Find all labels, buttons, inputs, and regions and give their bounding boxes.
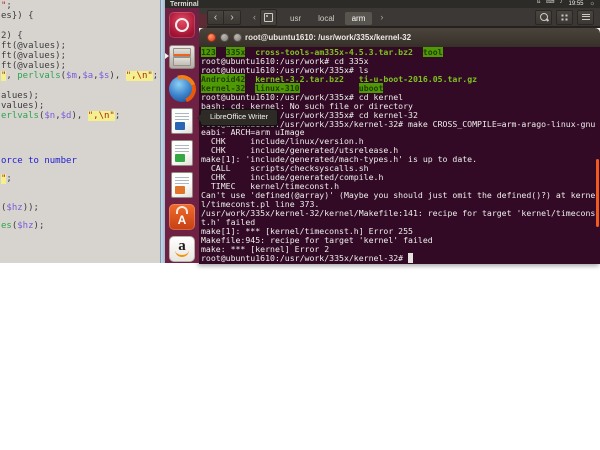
terminal-titlebar[interactable]: root@ubuntu1610: /usr/work/335x/kernel-3…: [199, 28, 600, 48]
sound-indicator-icon[interactable]: ♪: [559, 0, 562, 5]
editor-line: es($hz);: [1, 221, 44, 231]
editor-line: ft(@values);: [1, 41, 66, 51]
ubuntu-software-icon: A: [169, 204, 195, 230]
terminal-window: root@ubuntu1610: /usr/work/335x/kernel-3…: [199, 28, 600, 264]
firefox-icon: [169, 76, 195, 102]
editor-line: ", perlvals($m,$a,$s), ",\n";: [1, 71, 158, 81]
back-button[interactable]: ‹: [207, 10, 224, 25]
launcher-tooltip: LibreOffice Writer: [200, 109, 278, 126]
terminal-body[interactable]: 123 335x cross-tools-am335x-4.5.3.tar.bz…: [199, 47, 600, 264]
ubuntu-logo-icon: [169, 12, 195, 38]
tooltip-label: LibreOffice Writer: [210, 112, 268, 121]
amazon-icon: a: [169, 236, 195, 262]
desktop: ";es}) {2) {ft(@values);ft(@values);ft(@…: [0, 0, 600, 450]
editor-line: ";: [1, 1, 12, 11]
files-icon: [169, 45, 195, 69]
panel-clock[interactable]: 19:55: [568, 0, 583, 8]
path-overflow-left-icon[interactable]: ‹: [253, 12, 256, 22]
terminal-output: 123 335x cross-tools-am335x-4.5.3.tar.bz…: [201, 48, 600, 263]
editor-line: 2) {: [1, 31, 23, 41]
libreoffice-writer-icon: [171, 108, 193, 134]
network-indicator-icon[interactable]: ⇅: [536, 0, 541, 5]
path-overflow-right-icon[interactable]: ›: [380, 12, 383, 22]
desktop-gap: [199, 14, 207, 28]
launcher-item-libreoffice-calc[interactable]: [169, 140, 195, 166]
running-indicator-arrow: [165, 53, 169, 59]
editor-line: ft(@values);: [1, 61, 66, 71]
terminal-scrollbar[interactable]: [596, 159, 599, 227]
breadcrumb-local[interactable]: local: [311, 12, 341, 25]
hamburger-icon: [582, 14, 590, 21]
keyboard-indicator-icon[interactable]: ⌨: [546, 0, 555, 5]
search-button[interactable]: [535, 10, 552, 25]
minimize-button[interactable]: [220, 33, 229, 42]
editor-line: values);: [1, 101, 44, 111]
editor-line: orce to number: [1, 156, 77, 166]
grid-icon: [561, 14, 568, 21]
editor-line: alues);: [1, 91, 39, 101]
editor-line: ";: [1, 174, 12, 184]
maximize-button[interactable]: [233, 33, 242, 42]
editor-line: es}) {: [1, 11, 34, 21]
launcher-item-ubuntu-software[interactable]: A: [169, 204, 195, 230]
launcher-item-ubuntu-dash[interactable]: [169, 12, 195, 38]
toolbar-right-buttons: [531, 10, 594, 25]
breadcrumb: usrlocal arm: [283, 8, 375, 26]
terminal-line: /usr/work/335x/kernel-32/kernel/Makefile…: [201, 209, 600, 218]
code-editor-pane[interactable]: ";es}) {2) {ft(@values);ft(@values);ft(@…: [0, 0, 160, 263]
libreoffice-impress-icon: [171, 172, 193, 198]
launcher-item-libreoffice-writer[interactable]: [169, 108, 195, 134]
editor-line: ($hz));: [1, 203, 39, 213]
editor-line: erlvals($n,$d), ",\n";: [1, 111, 120, 121]
libreoffice-calc-icon: [171, 140, 193, 166]
terminal-title: root@ubuntu1610: /usr/work/335x/kernel-3…: [245, 28, 411, 47]
location-icon: [260, 9, 277, 26]
breadcrumb-arm[interactable]: arm: [345, 12, 373, 25]
launcher-item-amazon[interactable]: a: [169, 236, 195, 262]
editor-line: ft(@values);: [1, 51, 66, 61]
session-gear-icon[interactable]: ☼: [590, 0, 596, 8]
unity-launcher: Aa: [165, 8, 199, 263]
files-toolbar: ‹ › ‹ usrlocal arm ›: [199, 8, 600, 28]
terminal-line: root@ubuntu1610:/usr/work/335x/kernel-32…: [201, 254, 600, 263]
breadcrumb-usr[interactable]: usr: [283, 12, 308, 25]
panel-app-title: Terminal: [170, 0, 199, 8]
panel-indicators: ⇅ ⌨ ♪: [531, 0, 563, 8]
launcher-item-libreoffice-impress[interactable]: [169, 172, 195, 198]
launcher-item-files[interactable]: [169, 44, 195, 70]
search-icon: [540, 13, 548, 21]
forward-button[interactable]: ›: [224, 10, 241, 25]
menu-button[interactable]: [577, 10, 594, 25]
grid-view-button[interactable]: [556, 10, 573, 25]
launcher-item-firefox[interactable]: [169, 76, 195, 102]
top-panel: Terminal ⇅ ⌨ ♪ 19:55 ☼: [165, 0, 600, 8]
close-button[interactable]: [207, 33, 216, 42]
